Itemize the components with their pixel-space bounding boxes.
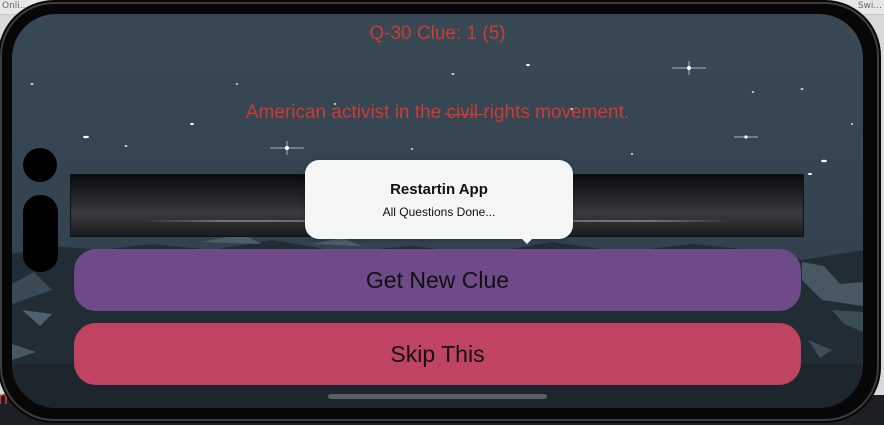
camera-dot-icon <box>23 148 57 182</box>
toast-tail <box>520 237 534 244</box>
skip-button[interactable]: Skip This <box>74 323 801 385</box>
clue-header: Q-30 Clue: 1 (5) <box>369 23 506 44</box>
get-new-clue-label: Get New Clue <box>365 266 510 293</box>
skip-label: Skip This <box>390 340 485 367</box>
browser-tab-right[interactable]: Swi... <box>858 1 882 11</box>
clue-text: American activist in the civil rights mo… <box>245 102 630 123</box>
get-new-clue-button[interactable]: Get New Clue <box>74 249 801 311</box>
toast-message: All Questions Done... <box>382 205 496 219</box>
strikethrough-mark <box>444 114 484 115</box>
restart-toast: Restartin App All Questions Done... <box>305 160 573 244</box>
dynamic-island-icon <box>23 195 58 272</box>
home-indicator[interactable] <box>328 394 547 399</box>
toast-title: Restartin App <box>390 181 488 198</box>
